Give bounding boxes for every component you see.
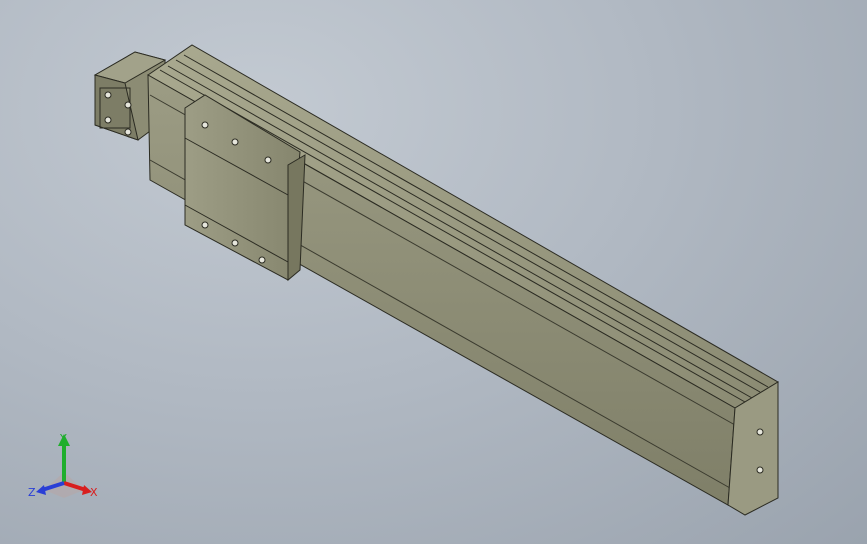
z-arrow-head bbox=[36, 485, 46, 495]
rail-body bbox=[147, 44, 779, 506]
graphics-viewport[interactable]: Y X Z bbox=[0, 0, 867, 544]
linear-actuator-model[interactable] bbox=[0, 0, 867, 544]
y-axis-label: Y bbox=[59, 432, 67, 445]
orientation-triad[interactable]: Y X Z bbox=[26, 428, 106, 508]
x-axis-label: X bbox=[90, 486, 98, 499]
z-axis-label: Z bbox=[28, 486, 36, 499]
